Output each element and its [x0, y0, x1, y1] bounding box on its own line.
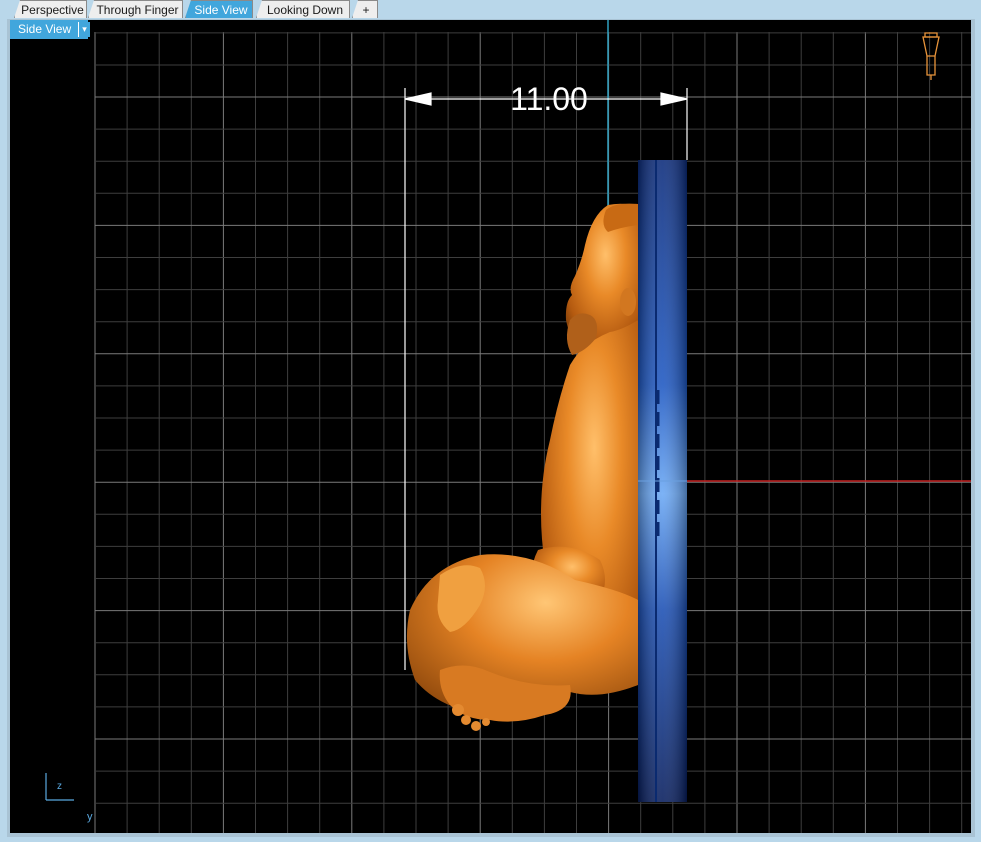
dropdown-arrow-icon[interactable]: ▾	[78, 22, 90, 37]
view-name-label[interactable]: Side View	[10, 20, 88, 39]
axis-label-y: y	[87, 811, 93, 823]
axis-label-z: z	[57, 781, 62, 792]
tab-side-view[interactable]: Side View	[185, 0, 253, 18]
figure-model[interactable]	[406, 203, 638, 731]
tab-through-finger[interactable]: Through Finger	[88, 0, 183, 18]
add-tab-icon[interactable]: +	[352, 0, 378, 18]
blade-model[interactable]	[638, 160, 687, 802]
side-view-viewport[interactable]: Side View ▾ 11.00 z y	[10, 20, 971, 833]
scene-canvas	[45, 20, 971, 833]
viewport-tab-bar: Perspective Through Finger Side View Loo…	[0, 0, 981, 20]
tab-perspective[interactable]: Perspective	[14, 0, 87, 18]
tab-looking-down[interactable]: Looking Down	[256, 0, 350, 18]
dimension-value: 11.00	[510, 81, 588, 117]
lamp-icon[interactable]	[922, 32, 940, 80]
